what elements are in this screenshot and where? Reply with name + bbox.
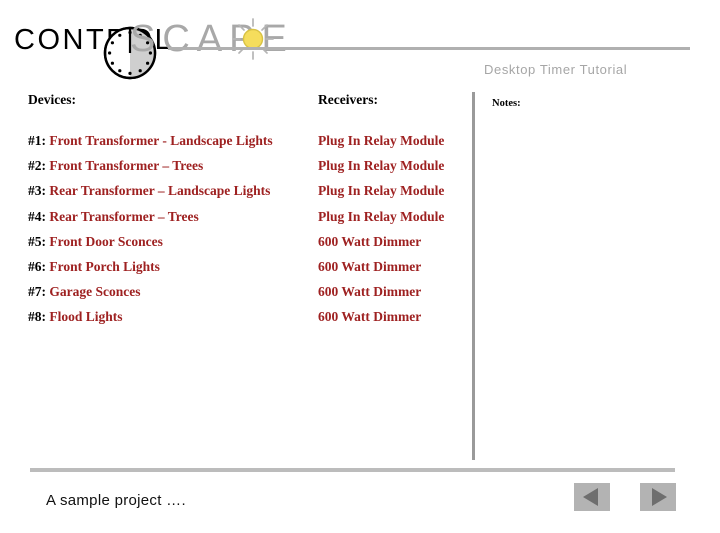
device-name: Front Door Sconces bbox=[49, 233, 163, 249]
device-name: Garage Sconces bbox=[49, 284, 141, 300]
device-row: #4: Rear Transformer – Trees bbox=[28, 204, 318, 229]
notes-column-header: Notes: bbox=[492, 98, 521, 109]
slide-caption: A sample project …. bbox=[46, 492, 186, 509]
receiver-row: Plug In Relay Module bbox=[318, 158, 445, 174]
device-row: #1: Front Transformer - Landscape Lights bbox=[28, 128, 318, 153]
previous-slide-button[interactable] bbox=[574, 483, 610, 511]
device-name: Rear Transformer – Landscape Lights bbox=[49, 183, 271, 199]
slide-content: Devices: #1: Front Transformer - Landsca… bbox=[0, 0, 720, 533]
receiver-row: 600 Watt Dimmer bbox=[318, 284, 422, 300]
device-number: #6: bbox=[28, 258, 46, 274]
notes-column-divider bbox=[472, 92, 475, 460]
receivers-column: Receivers: Plug In Relay Module Plug In … bbox=[318, 92, 468, 330]
device-row: #8: Flood Lights bbox=[28, 304, 318, 329]
device-row: #5: Front Door Sconces bbox=[28, 229, 318, 254]
device-name: Front Transformer - Landscape Lights bbox=[49, 133, 273, 148]
device-number: #3: bbox=[28, 183, 46, 199]
receiver-row: Plug In Relay Module bbox=[318, 133, 445, 148]
device-row: #7: Garage Sconces bbox=[28, 279, 318, 304]
receiver-row: Plug In Relay Module bbox=[318, 208, 445, 224]
device-name: Flood Lights bbox=[49, 309, 123, 325]
device-name: Front Porch Lights bbox=[49, 258, 160, 274]
footer-divider-rule bbox=[30, 468, 675, 472]
next-slide-button[interactable] bbox=[640, 483, 676, 511]
device-number: #1: bbox=[28, 133, 46, 148]
device-row: #6: Front Porch Lights bbox=[28, 254, 318, 279]
triangle-right-icon bbox=[652, 488, 667, 506]
triangle-left-icon bbox=[583, 488, 598, 506]
device-name: Rear Transformer – Trees bbox=[49, 208, 199, 224]
devices-column-header: Devices: bbox=[28, 92, 76, 107]
devices-column: Devices: #1: Front Transformer - Landsca… bbox=[28, 92, 318, 330]
device-row: #3: Rear Transformer – Landscape Lights bbox=[28, 178, 318, 203]
notes-column: Notes: bbox=[492, 98, 692, 109]
device-number: #2: bbox=[28, 158, 46, 174]
device-row: #2: Front Transformer – Trees bbox=[28, 153, 318, 178]
receiver-row: 600 Watt Dimmer bbox=[318, 258, 422, 274]
device-number: #4: bbox=[28, 208, 46, 224]
device-number: #8: bbox=[28, 309, 46, 325]
device-number: #7: bbox=[28, 284, 46, 300]
receiver-row: 600 Watt Dimmer bbox=[318, 309, 422, 325]
device-number: #5: bbox=[28, 233, 46, 249]
receivers-column-header: Receivers: bbox=[318, 92, 378, 107]
device-name: Front Transformer – Trees bbox=[49, 158, 204, 174]
receiver-row: Plug In Relay Module bbox=[318, 183, 445, 199]
receiver-row: 600 Watt Dimmer bbox=[318, 233, 422, 249]
